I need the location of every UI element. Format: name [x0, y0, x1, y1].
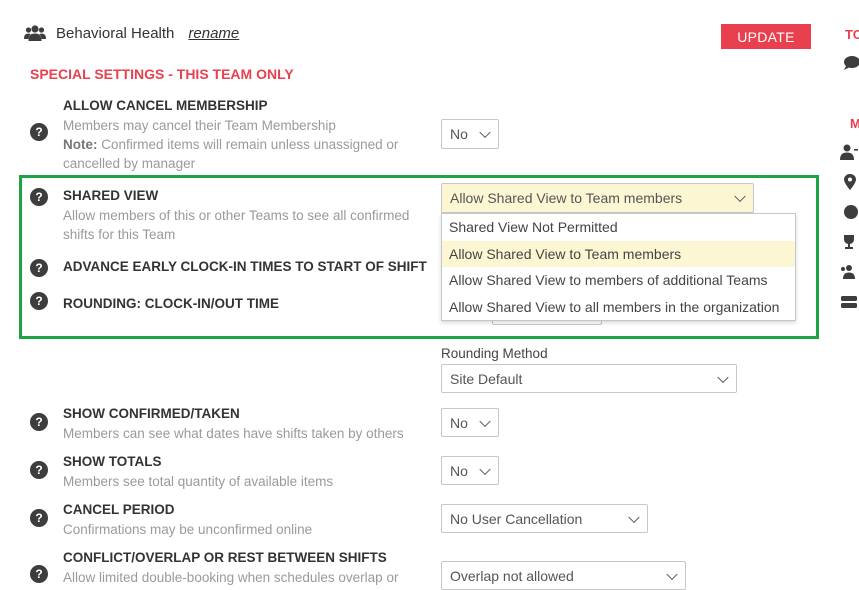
help-icon-allow-cancel[interactable]: ?: [30, 123, 48, 141]
help-icon-shared-view[interactable]: ?: [30, 188, 48, 206]
conflict-label: CONFLICT/OVERLAP OR REST BETWEEN SHIFTS: [63, 550, 387, 565]
cancel-period-select[interactable]: No User Cancellation: [441, 504, 648, 533]
chevron-down-icon: [734, 190, 746, 203]
show-totals-desc: Members see total quantity of available …: [63, 474, 334, 489]
chevron-down-icon: [479, 415, 491, 427]
help-icon-show-totals[interactable]: ?: [30, 461, 48, 479]
right-panel-heading: TO: [845, 27, 859, 42]
help-icon-cancel-period[interactable]: ?: [30, 509, 48, 527]
dropdown-option[interactable]: Allow Shared View to all members in the …: [442, 294, 795, 321]
trophy-icon[interactable]: [840, 234, 858, 250]
chevron-down-icon: [628, 511, 640, 523]
show-confirmed-desc: Members can see what dates have shifts t…: [63, 426, 404, 441]
rounding-method-select[interactable]: Site Default: [441, 364, 737, 393]
show-confirmed-label: SHOW CONFIRMED/TAKEN: [63, 406, 240, 421]
rename-link[interactable]: rename: [188, 25, 239, 42]
conflict-desc: Allow limited double-booking when schedu…: [63, 570, 399, 585]
advance-early-label: ADVANCE EARLY CLOCK-IN TIMES TO START OF…: [63, 259, 427, 274]
shared-view-select[interactable]: Allow Shared View to Team members: [441, 183, 754, 213]
chevron-down-icon: [479, 126, 491, 139]
dropdown-option[interactable]: Allow Shared View to members of addition…: [442, 267, 795, 294]
conflict-select[interactable]: Overlap not allowed: [441, 561, 686, 590]
location-pin-icon[interactable]: [842, 174, 859, 190]
chevron-down-icon: [666, 568, 678, 580]
show-totals-label: SHOW TOTALS: [63, 454, 162, 469]
help-icon-rounding[interactable]: ?: [30, 292, 48, 310]
allow-cancel-desc: Members may cancel their Team Membership…: [63, 118, 399, 171]
show-confirmed-select[interactable]: No: [441, 408, 499, 437]
chevron-down-icon: [479, 463, 491, 475]
cancel-period-desc: Confirmations may be unconfirmed online: [63, 522, 313, 537]
show-totals-select[interactable]: No: [441, 456, 499, 485]
team-header: Behavioral Health rename: [24, 24, 239, 42]
team-icon: [24, 25, 46, 41]
dropdown-option[interactable]: Shared View Not Permitted: [442, 214, 795, 241]
chevron-down-icon: [717, 371, 729, 383]
update-button[interactable]: UPDATE: [721, 24, 811, 49]
cancel-period-label: CANCEL PERIOD: [63, 502, 175, 517]
section-title: SPECIAL SETTINGS - THIS TEAM ONLY: [30, 66, 294, 82]
help-icon-show-confirmed[interactable]: ?: [30, 413, 48, 431]
help-icon-advance-early[interactable]: ?: [30, 259, 48, 277]
server-icon[interactable]: [840, 294, 858, 310]
team-name: Behavioral Health: [56, 24, 175, 42]
allow-cancel-select[interactable]: No: [441, 119, 499, 149]
rounding-label: ROUNDING: CLOCK-IN/OUT TIME: [63, 296, 279, 311]
shared-view-dropdown: Shared View Not Permitted Allow Shared V…: [441, 213, 796, 321]
badge-icon[interactable]: [842, 204, 859, 220]
help-icon-conflict[interactable]: ?: [30, 565, 48, 583]
shared-view-label: SHARED VIEW: [63, 188, 159, 203]
add-user-icon[interactable]: [840, 144, 858, 160]
allow-cancel-label: ALLOW CANCEL MEMBERSHIP: [63, 98, 268, 113]
rounding-method-label: Rounding Method: [441, 346, 548, 361]
shared-view-desc: Allow members of this or other Teams to …: [63, 208, 410, 242]
team-group-icon[interactable]: [840, 264, 858, 280]
chat-icon[interactable]: [842, 55, 859, 71]
dropdown-option-selected[interactable]: Allow Shared View to Team members: [442, 240, 795, 267]
right-panel-heading-2: M: [850, 116, 859, 131]
